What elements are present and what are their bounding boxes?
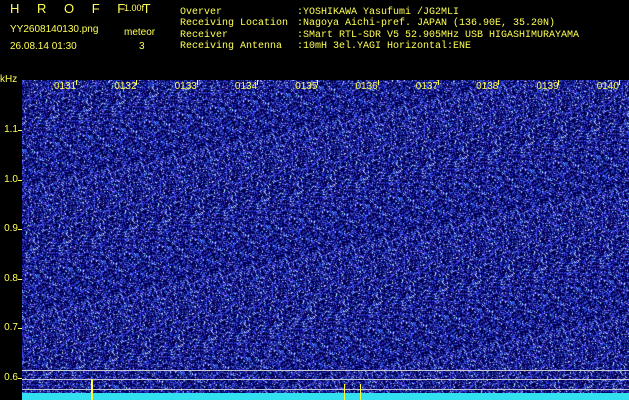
x-tick-label: 0133 [174,81,197,92]
x-tick-mark [619,80,620,85]
x-tick-label: 0135 [295,81,318,92]
x-tick-label: 0140 [596,81,619,92]
y-tick-mark [18,328,22,329]
y-tick-mark [18,130,22,131]
x-tick-mark [317,80,318,85]
capture-datetime: 26.08.14 01:30 [10,41,77,52]
spectrogram-canvas [22,80,629,400]
signal-spike [360,384,361,400]
meteor-label: meteor [124,27,156,38]
x-tick-mark [378,80,379,85]
y-tick-label: 0.8 [4,273,18,284]
spectrogram-plot [22,80,629,400]
x-tick-label: 0131 [54,81,77,92]
meteor-count: 3 [139,41,145,52]
x-tick-mark [76,80,77,85]
receiver-label: Receiver [180,30,229,41]
y-tick-label: 1.0 [4,174,18,185]
signal-spike [91,379,93,400]
x-tick-label: 0139 [536,81,559,92]
x-tick-mark [136,80,137,85]
header-panel: H R O F F T 1.00f YY2608140130.png meteo… [0,0,629,72]
x-tick-mark [558,80,559,85]
image-filename: YY2608140130.png [10,24,99,35]
x-tick-label: 0132 [114,81,137,92]
x-tick-label: 0138 [476,81,499,92]
observer-value: :YOSHIKAWA Yasufumi /JG2MLI [297,7,460,18]
x-tick-label: 0136 [355,81,378,92]
x-tick-label: 0134 [234,81,258,92]
marker-line-upper [22,370,629,371]
x-tick-mark [438,80,439,85]
noise-baseline [22,393,629,400]
location-value: :Nagoya Aichi-pref. JAPAN (136.90E, 35.2… [297,18,556,29]
receiver-value: :SMart RTL-SDR V5 52.905MHz USB HIGASHIM… [297,30,580,41]
signal-spike [344,384,345,400]
location-label: Receiving Location [180,18,289,29]
y-tick-label: 0.6 [4,372,18,383]
antenna-label: Receiving Antenna [180,41,283,52]
x-tick-mark [257,80,258,85]
y-tick-mark [18,279,22,280]
observer-label: Overver [180,7,223,18]
y-tick-label: 0.9 [4,223,18,234]
y-tick-label: 0.7 [4,322,18,333]
x-tick-label: 0137 [415,81,439,92]
marker-line-lower [22,389,629,390]
marker-line-middle [22,379,629,380]
antenna-value: :10mH 3el.YAGI Horizontal:ENE [297,41,472,52]
y-tick-mark [18,180,22,181]
y-axis-unit: kHz [0,74,18,85]
x-tick-mark [498,80,499,85]
y-tick-label: 1.1 [4,124,18,135]
y-tick-mark [18,229,22,230]
app-version: 1.00f [124,3,145,13]
x-tick-mark [197,80,198,85]
y-tick-mark [18,378,22,379]
